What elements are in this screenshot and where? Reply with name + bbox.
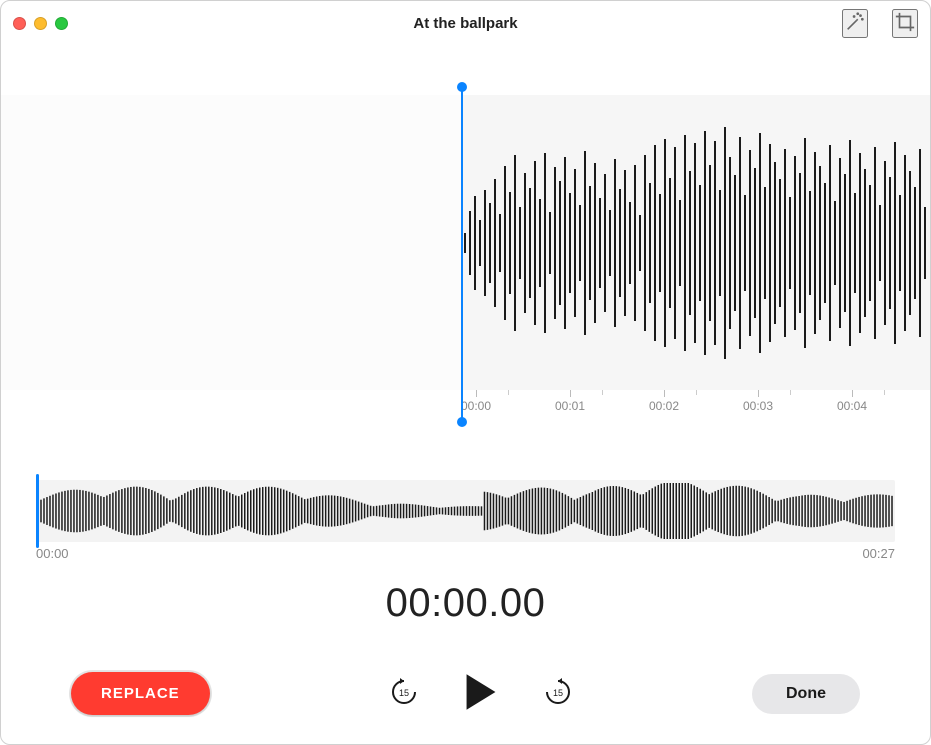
skip-back-icon: 15 xyxy=(388,676,420,708)
tick-label: 00:01 xyxy=(555,399,585,413)
traffic-lights xyxy=(13,17,68,30)
skip-fwd-label: 15 xyxy=(553,688,563,698)
waveform-graphic xyxy=(461,95,931,390)
current-time-display: 00:00.00 xyxy=(1,581,930,626)
waveform-lead-in xyxy=(1,95,461,390)
play-icon xyxy=(464,672,498,712)
transport-controls: 15 15 xyxy=(384,668,578,719)
tick-label: 00:04 xyxy=(837,399,867,413)
tick-label: 00:03 xyxy=(743,399,773,413)
replace-button[interactable]: REPLACE xyxy=(71,672,210,715)
titlebar: At the ballpark xyxy=(1,1,930,45)
timeline-ruler: 00:00 00:01 00:02 00:03 00:04 xyxy=(461,390,930,426)
overview-start-time: 00:00 xyxy=(36,546,69,561)
fullscreen-window-button[interactable] xyxy=(55,17,68,30)
skip-back-15-button[interactable]: 15 xyxy=(384,672,424,715)
overview-playhead[interactable] xyxy=(36,474,39,548)
title-actions xyxy=(842,1,918,45)
overview-end-time: 00:27 xyxy=(862,546,895,561)
skip-forward-15-button[interactable]: 15 xyxy=(538,672,578,715)
enhance-button[interactable] xyxy=(842,9,868,38)
overview-graphic xyxy=(36,480,895,542)
trim-button[interactable] xyxy=(892,9,918,38)
playhead[interactable] xyxy=(461,87,463,422)
skip-forward-icon: 15 xyxy=(542,676,574,708)
overview-waveform[interactable] xyxy=(36,480,895,542)
window: At the ballpark xyxy=(0,0,931,745)
main-waveform[interactable]: 00:00 00:01 00:02 00:03 00:04 xyxy=(1,95,930,390)
overview-times: 00:00 00:27 xyxy=(36,546,895,561)
skip-back-label: 15 xyxy=(399,688,409,698)
play-button[interactable] xyxy=(460,668,502,719)
crop-icon xyxy=(894,11,916,33)
close-window-button[interactable] xyxy=(13,17,26,30)
tick-label: 00:00 xyxy=(461,399,491,413)
controls-bar: REPLACE 15 15 xyxy=(1,668,930,719)
window-title: At the ballpark xyxy=(1,15,930,32)
enhance-icon xyxy=(844,11,866,33)
tick-label: 00:02 xyxy=(649,399,679,413)
done-button[interactable]: Done xyxy=(752,674,860,714)
minimize-window-button[interactable] xyxy=(34,17,47,30)
